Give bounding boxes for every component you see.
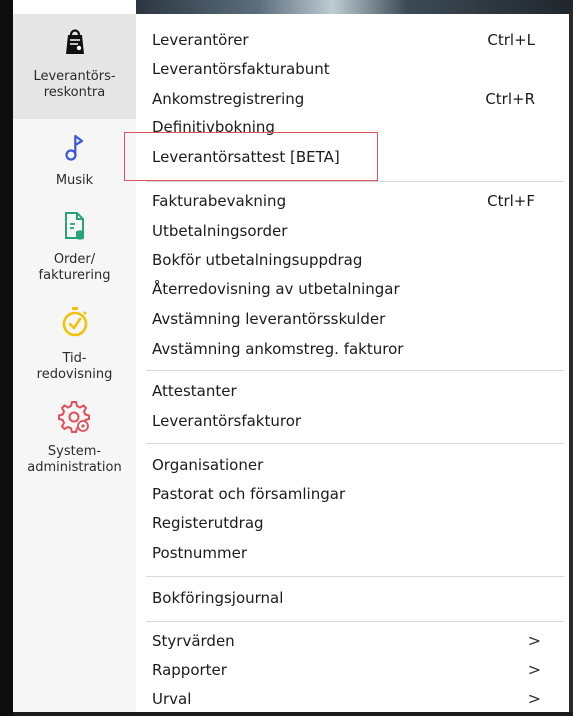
menu-item-leverantorer[interactable]: Leverantörer Ctrl+L [152,27,547,53]
menu-item-label: Utbetalningsorder [152,222,288,240]
ledger-bag-icon [13,14,136,61]
menu-item-organisationer[interactable]: Organisationer [152,452,547,478]
sidebar-item-order-fakturering[interactable]: Order/ fakturering [13,211,136,301]
sidebar-item-label: System- administration [27,444,122,475]
menu-item-shortcut: Ctrl+L [487,31,535,49]
sidebar-item-systemadministration[interactable]: System- administration [13,399,136,499]
menu-item-ankomstregistrering[interactable]: Ankomstregistrering Ctrl+R [152,86,547,112]
menu-item-label: Leverantörer [152,31,249,49]
menu-item-label: Styrvärden [152,632,235,650]
chevron-right-icon: > [527,689,541,708]
menu-item-registerutdrag[interactable]: Registerutdrag [152,510,547,536]
menu-separator [146,181,564,182]
highlight-annotation-box [124,132,378,181]
sidebar-item-label: Tid- redovisning [36,351,113,382]
menu-item-postnummer[interactable]: Postnummer [152,540,547,566]
menu-item-label: Attestanter [152,382,237,400]
stopwatch-icon [13,306,136,343]
menu-item-attestanter[interactable]: Attestanter [152,378,547,404]
invoice-document-icon [13,211,136,246]
menu-item-label: Bokför utbetalningsuppdrag [152,251,363,269]
menu-item-urval[interactable]: Urval > [152,686,547,712]
sidebar-item-tidredovisning[interactable]: Tid- redovisning [13,306,136,402]
chevron-right-icon: > [527,631,541,650]
menu-item-label: Bokföringsjournal [152,589,284,607]
menu-item-label: Ankomstregistrering [152,90,305,108]
window-title-strip [136,0,573,14]
menu-item-label: Fakturabevakning [152,192,287,210]
menu-item-label: Urval [152,690,192,708]
window-border-bottom [13,712,573,716]
menu-item-label: Pastorat och församlingar [152,485,346,503]
menu-item-aterredovisning[interactable]: Återredovisning av utbetalningar [152,276,547,302]
menu-item-shortcut: Ctrl+R [485,90,535,108]
menu-item-label: Leverantörsfakturabunt [152,60,330,78]
module-sidebar: Leverantörs- reskontra Musik Order/ fakt… [13,14,136,712]
menu-item-bokfor-utbetalningsuppdrag[interactable]: Bokför utbetalningsuppdrag [152,247,547,273]
gear-icon [13,399,136,438]
menu-item-avstamning-leverantorsskulder[interactable]: Avstämning leverantörsskulder [152,306,547,332]
music-note-icon [13,132,136,167]
menu-item-styrvarden[interactable]: Styrvärden > [152,628,547,654]
menu-item-label: Postnummer [152,544,248,562]
menu-item-pastorat[interactable]: Pastorat och församlingar [152,481,547,507]
menu-separator [146,443,564,444]
window-border-right [569,12,573,716]
sidebar-item-leverantorsreskontra[interactable]: Leverantörs- reskontra [13,14,136,119]
menu-item-shortcut: Ctrl+F [487,192,535,210]
menu-item-bokforingsjournal[interactable]: Bokföringsjournal [152,585,547,611]
menu-item-leverantorsfakturabunt[interactable]: Leverantörsfakturabunt [152,56,547,82]
menu-item-label: Avstämning leverantörsskulder [152,310,386,328]
menu-item-label: Organisationer [152,456,264,474]
menu-item-rapporter[interactable]: Rapporter > [152,657,547,683]
menu-item-label: Återredovisning av utbetalningar [152,280,400,298]
menu-item-leverantorsfakturor[interactable]: Leverantörsfakturor [152,408,547,434]
menu-separator [146,576,564,577]
menu-item-label: Avstämning ankomstreg. fakturor [152,340,404,358]
sidebar-item-musik[interactable]: Musik [13,132,136,202]
menu-separator [146,621,564,622]
menu-item-label: Registerutdrag [152,514,264,532]
menu-item-label: Rapporter [152,661,227,679]
menu-item-label: Leverantörsfakturor [152,412,302,430]
menu-item-fakturabevakning[interactable]: Fakturabevakning Ctrl+F [152,188,547,214]
module-menu: Leverantörer Ctrl+L Leverantörsfakturabu… [136,14,569,712]
menu-item-avstamning-ankomstreg[interactable]: Avstämning ankomstreg. fakturor [152,336,547,362]
menu-separator [146,370,564,371]
chevron-right-icon: > [527,660,541,679]
sidebar-item-label: Order/ fakturering [38,252,111,283]
sidebar-item-label: Leverantörs- reskontra [33,69,116,100]
sidebar-item-label: Musik [55,173,94,188]
app-window: Leverantörs- reskontra Musik Order/ fakt… [0,0,573,716]
window-border-left [0,0,13,716]
menu-item-utbetalningsorder[interactable]: Utbetalningsorder [152,218,547,244]
